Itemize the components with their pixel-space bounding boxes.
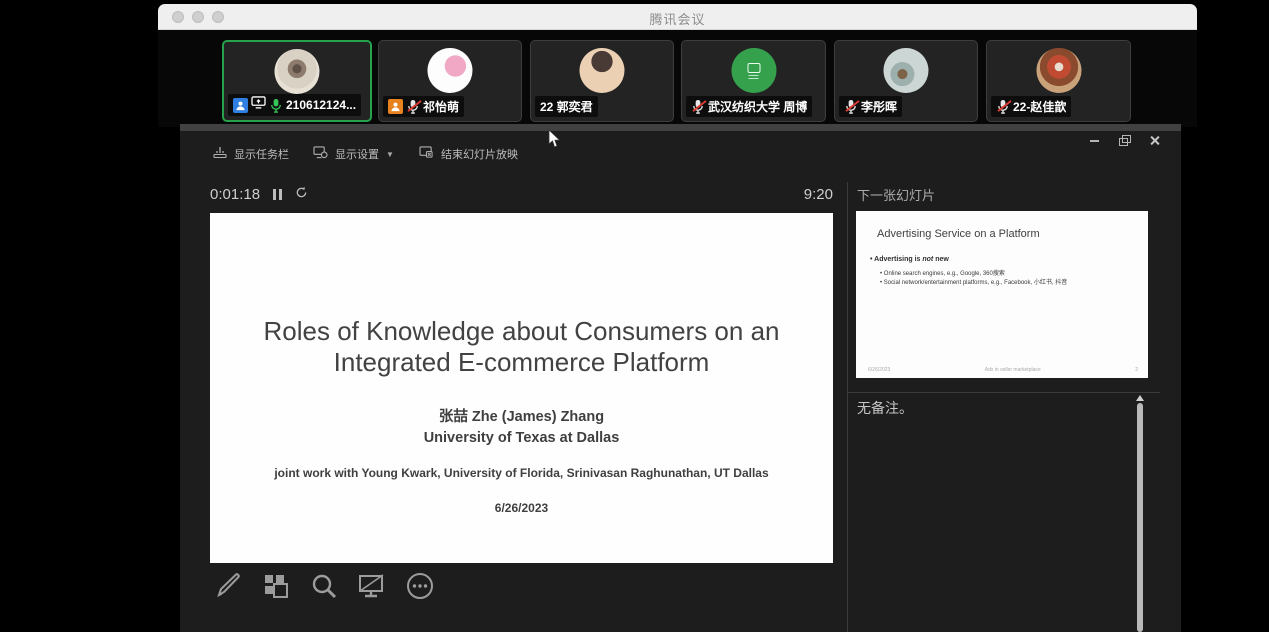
- participant-tile-3[interactable]: 22 郭奕君: [530, 40, 674, 122]
- slide-credits: joint work with Young Kwark, University …: [210, 466, 833, 480]
- elapsed-time: 0:01:18: [210, 186, 260, 203]
- window-title-strip[interactable]: [180, 124, 1181, 131]
- display-settings-button[interactable]: 显示设置 ▼: [313, 146, 394, 162]
- more-options-icon[interactable]: [404, 570, 435, 601]
- display-settings-label: 显示设置: [335, 146, 379, 162]
- participant-name: 22-赵佳歆: [1013, 98, 1066, 115]
- end-slideshow-icon: [419, 146, 434, 162]
- mic-muted-icon: [691, 99, 705, 114]
- presenter-tools: [212, 570, 435, 601]
- end-slideshow-label: 结束幻灯片放映: [441, 146, 518, 162]
- notes-text: 无备注。: [857, 398, 913, 418]
- display-settings-icon: [313, 146, 328, 162]
- participant-tile-1[interactable]: 210612124...: [222, 40, 372, 122]
- member-badge-icon: [233, 98, 248, 113]
- clock-time: 9:20: [801, 186, 833, 203]
- avatar: [1036, 48, 1081, 93]
- participant-namebar: 210612124...: [228, 94, 361, 116]
- preview-footer-title: Ads in seller marketplace: [985, 367, 1041, 373]
- preview-bullet: Advertising is not new: [870, 256, 949, 263]
- scrollbar-thumb[interactable]: [1137, 403, 1143, 632]
- mouse-cursor: [548, 129, 562, 149]
- avatar: [428, 48, 473, 93]
- participant-name: 祁怡萌: [423, 98, 459, 115]
- window-controls: [1089, 135, 1160, 145]
- participant-tile-5[interactable]: 李彤晖: [834, 40, 978, 122]
- black-screen-icon[interactable]: [356, 570, 387, 601]
- participant-name: 李彤晖: [861, 98, 897, 115]
- app-title: 腾讯会议: [158, 9, 1197, 28]
- mic-muted-icon: [996, 99, 1010, 114]
- show-taskbar-button[interactable]: 显示任务栏: [213, 146, 289, 162]
- participant-name: 武汉纺织大学 周博: [708, 98, 807, 115]
- minimize-icon[interactable]: [1089, 135, 1100, 145]
- close-icon[interactable]: [1149, 135, 1160, 145]
- participant-namebar: 祁怡萌: [383, 96, 464, 117]
- notes-scrollbar[interactable]: [1136, 395, 1144, 632]
- scroll-up-icon[interactable]: [1136, 395, 1144, 401]
- screen-sharing-icon: [251, 96, 266, 114]
- member-badge-icon: [388, 99, 403, 114]
- restart-timer-icon[interactable]: [295, 186, 308, 203]
- avatar: [884, 48, 929, 93]
- participant-name: 22 郭奕君: [540, 98, 593, 115]
- mic-muted-icon: [406, 99, 420, 114]
- avatar: [731, 48, 776, 93]
- chevron-down-icon: ▼: [386, 150, 394, 159]
- participant-tile-6[interactable]: 22-赵佳歆: [986, 40, 1131, 122]
- slide-affiliation: University of Texas at Dallas: [210, 428, 833, 449]
- participant-tile-4[interactable]: 武汉纺织大学 周博: [681, 40, 826, 122]
- preview-sub-bullet: Online search engines, e.g., Google, 360…: [880, 268, 1005, 277]
- notes-divider: [848, 392, 1160, 393]
- mic-muted-icon: [844, 99, 858, 114]
- panel-divider: [847, 182, 848, 632]
- next-slide-preview[interactable]: Advertising Service on a Platform Advert…: [856, 211, 1148, 378]
- presenter-view-window: 显示任务栏 显示设置 ▼ 结束幻灯片放映 0:01:18 9:20 Ro: [180, 124, 1181, 632]
- see-all-slides-icon[interactable]: [260, 570, 291, 601]
- pause-timer-icon[interactable]: [273, 189, 282, 200]
- current-slide[interactable]: Roles of Knowledge about Consumers on an…: [210, 213, 833, 563]
- avatar: [580, 48, 625, 93]
- avatar: [275, 49, 320, 94]
- participant-namebar: 武汉纺织大学 周博: [686, 96, 812, 117]
- participant-name: 210612124...: [286, 98, 356, 112]
- preview-footer: 6/26/2023 Ads in seller marketplace 2: [868, 367, 1138, 373]
- end-slideshow-button[interactable]: 结束幻灯片放映: [419, 146, 518, 162]
- participant-strip: 210612124... 祁怡萌 22 郭奕君: [158, 30, 1197, 127]
- taskbar-icon: [213, 146, 227, 162]
- next-slide-heading: 下一张幻灯片: [857, 185, 935, 204]
- show-taskbar-label: 显示任务栏: [234, 146, 289, 162]
- screen: 腾讯会议 210612124...: [0, 0, 1269, 632]
- participant-namebar: 李彤晖: [839, 96, 902, 117]
- participant-namebar: 22 郭奕君: [535, 96, 598, 117]
- restore-icon[interactable]: [1119, 135, 1130, 145]
- slide-date: 6/26/2023: [210, 501, 833, 515]
- participant-namebar: 22-赵佳歆: [991, 96, 1071, 117]
- preview-footer-page: 2: [1135, 367, 1138, 373]
- preview-slide-title: Advertising Service on a Platform: [877, 228, 1040, 240]
- preview-sub-bullet: Social network/entertainment platforms, …: [880, 277, 1067, 286]
- participant-tile-2[interactable]: 祁怡萌: [378, 40, 522, 122]
- preview-footer-date: 6/26/2023: [868, 367, 890, 373]
- zoom-slide-icon[interactable]: [308, 570, 339, 601]
- timer: 0:01:18: [210, 186, 308, 203]
- slide-title: Roles of Knowledge about Consumers on an…: [230, 316, 813, 378]
- slide-author: 张喆 Zhe (James) Zhang: [210, 407, 833, 428]
- mic-on-icon: [269, 98, 283, 113]
- mac-titlebar: 腾讯会议: [158, 4, 1197, 30]
- slide-author-block: 张喆 Zhe (James) Zhang University of Texas…: [210, 407, 833, 449]
- pen-tool-icon[interactable]: [212, 570, 243, 601]
